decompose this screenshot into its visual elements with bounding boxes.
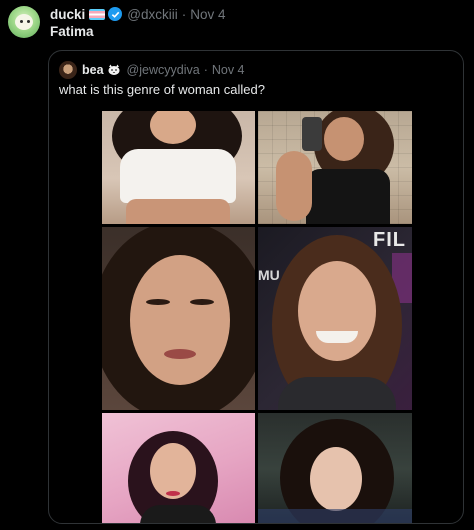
photo3-eye-left — [146, 299, 170, 305]
separator-dot: · — [181, 6, 187, 22]
avatar-face — [15, 14, 33, 30]
photo1-midriff — [126, 199, 230, 224]
photo-woman-pink-background[interactable] — [102, 413, 255, 523]
trans-flag-icon — [89, 8, 106, 20]
quoted-author-avatar[interactable] — [59, 61, 77, 79]
quoted-post-date[interactable]: Nov 4 — [212, 63, 245, 77]
photo4-jacket — [278, 377, 396, 410]
author-avatar[interactable] — [8, 6, 40, 38]
photo3-lips — [164, 349, 196, 359]
photo5-lips — [166, 491, 180, 496]
photo2-phone — [302, 117, 322, 151]
photo4-face — [298, 261, 376, 361]
photo4-smile — [316, 331, 358, 343]
photo3-face — [130, 255, 230, 385]
author-name[interactable]: ducki — [50, 7, 85, 22]
photo3-eye-right — [190, 299, 214, 305]
quoted-post-text: what is this genre of woman called? — [59, 82, 265, 97]
photo1-crop-top — [120, 149, 236, 203]
post-header: ducki @dxckiii · Nov 4 — [50, 5, 226, 23]
photo2-arm — [276, 151, 312, 221]
photo2-black-top — [306, 169, 390, 224]
quoted-separator-dot: · — [203, 63, 208, 77]
post-date[interactable]: Nov 4 — [190, 7, 225, 22]
photo-woman-mirror-selfie[interactable] — [258, 111, 412, 224]
avatar-eye-right — [27, 20, 30, 23]
avatar-eye-left — [20, 20, 23, 23]
photo5-top — [140, 505, 216, 523]
cat-emoji-icon — [107, 64, 121, 76]
quoted-post-header: bea @jewcyydiva · Nov 4 — [82, 61, 245, 79]
quoted-post[interactable]: bea @jewcyydiva · Nov 4 what is this gen… — [48, 50, 464, 524]
photo6-face — [310, 447, 362, 511]
photo4-banner-text: FIL — [373, 229, 406, 251]
photo4-side-text: MU — [258, 267, 280, 283]
photo-grid: FIL MU — [102, 111, 412, 523]
photo-woman-closeup-curly-hair[interactable] — [102, 227, 255, 410]
quoted-author-name[interactable]: bea — [82, 63, 104, 77]
photo-woman-dark-curly-hair[interactable] — [258, 413, 412, 523]
photo6-background-strip — [258, 509, 412, 523]
verified-badge-icon[interactable] — [108, 7, 123, 21]
photo-woman-white-crop-top[interactable] — [102, 111, 255, 224]
quoted-author-handle[interactable]: @jewcyydiva — [127, 63, 200, 77]
author-handle[interactable]: @dxckiii — [127, 7, 177, 22]
photo-woman-smiling-event[interactable]: FIL MU — [258, 227, 412, 410]
photo2-face — [324, 117, 364, 161]
post-text: Fatima — [50, 24, 94, 39]
